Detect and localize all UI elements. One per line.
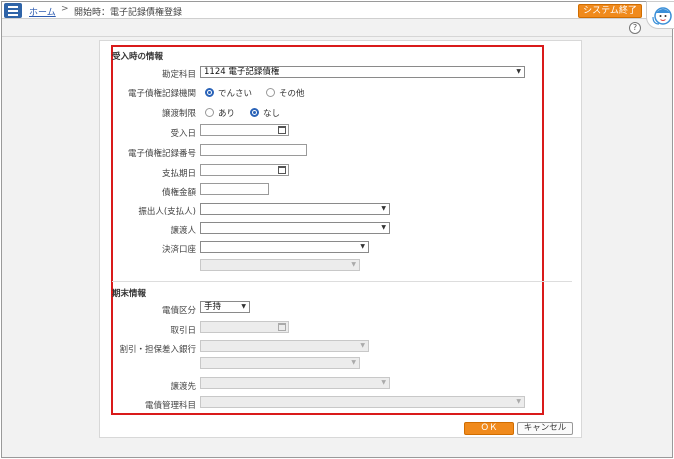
settle-sub-select[interactable]: ▼ — [200, 259, 360, 271]
transferee-select[interactable]: ▼ — [200, 377, 390, 389]
due-date-label: 支払期日 — [161, 169, 196, 179]
account-select[interactable]: 1124 電子記録債権 ▼ — [200, 66, 525, 78]
avatar[interactable] — [646, 1, 674, 29]
transfer-label: 譲渡制限 — [161, 109, 196, 119]
category-value: 手持 — [204, 302, 222, 312]
mgmt-account-select[interactable]: ▼ — [200, 396, 525, 408]
ok-button[interactable]: ＯＫ — [464, 422, 514, 435]
chevron-down-icon: ▼ — [360, 342, 365, 349]
settle-label: 決済口座 — [161, 245, 196, 255]
category-select[interactable]: 手持 ▼ — [200, 301, 250, 313]
drawer-label: 振出人(支払人) — [138, 207, 196, 217]
help-icon[interactable]: ? — [629, 22, 641, 34]
chevron-down-icon: ▼ — [516, 68, 521, 75]
mgmt-account-label: 電債管理科目 — [144, 401, 196, 411]
transfer-opt1-label: あり — [218, 109, 236, 119]
cancel-button[interactable]: キャンセル — [517, 422, 573, 435]
chevron-down-icon: ▼ — [381, 224, 386, 231]
agency-opt2-label: その他 — [279, 89, 305, 99]
agency-opt1-label: でんさい — [218, 89, 253, 99]
recv-date-label: 受入日 — [170, 129, 196, 139]
agency-radio-other[interactable] — [266, 88, 275, 97]
category-label: 電債区分 — [161, 306, 196, 316]
discount-bank-sub-select[interactable]: ▼ — [200, 357, 360, 369]
amount-input[interactable] — [200, 183, 269, 195]
agency-radio-densai[interactable] — [205, 88, 214, 97]
discount-bank-select[interactable]: ▼ — [200, 340, 369, 352]
trade-date-label: 取引日 — [170, 326, 196, 336]
account-value: 1124 電子記録債権 — [204, 67, 280, 77]
breadcrumb-home-link[interactable]: ホーム — [29, 5, 56, 18]
section-title-period-end: 期末情報 — [112, 289, 147, 299]
record-no-input[interactable] — [200, 144, 307, 156]
chevron-down-icon: ▼ — [516, 398, 521, 405]
transfer-opt2-label: なし — [263, 109, 281, 119]
app-window: ホーム > 開始時：電子記録債権登録 システム終了 ? 受入時の情報 勘定科目 … — [1, 1, 673, 458]
chevron-down-icon: ▼ — [351, 261, 356, 268]
chevron-down-icon: ▼ — [360, 243, 365, 250]
top-bar: ホーム > 開始時：電子記録債権登録 システム終了 — [2, 2, 672, 19]
amount-label: 債権金額 — [161, 188, 196, 198]
record-no-label: 電子債権記録番号 — [127, 149, 196, 159]
mascot-icon — [652, 7, 672, 25]
agency-label: 電子債権記録機関 — [127, 89, 196, 99]
hamburger-menu-icon[interactable] — [4, 3, 22, 18]
transfer-radio-no[interactable] — [250, 108, 259, 117]
recv-date-input[interactable] — [200, 124, 289, 136]
calendar-icon[interactable] — [278, 166, 286, 174]
account-label: 勘定科目 — [161, 70, 196, 80]
divider — [2, 36, 672, 37]
due-date-input[interactable] — [200, 164, 289, 176]
transfer-radio-yes[interactable] — [205, 108, 214, 117]
transferee-label: 譲渡先 — [170, 382, 196, 392]
chevron-down-icon: ▼ — [381, 379, 386, 386]
breadcrumb-current: 開始時：電子記録債権登録 — [74, 8, 183, 18]
settle-select[interactable]: ▼ — [200, 241, 369, 253]
section-title-receipt: 受入時の情報 — [112, 52, 164, 62]
system-exit-button[interactable]: システム終了 — [578, 4, 642, 18]
chevron-down-icon: ▼ — [351, 359, 356, 366]
chevron-down-icon: ▼ — [241, 303, 246, 310]
section-divider — [112, 281, 572, 282]
calendar-icon[interactable] — [278, 323, 286, 331]
chevron-down-icon: ▼ — [381, 205, 386, 212]
calendar-icon[interactable] — [278, 126, 286, 134]
trade-date-input[interactable] — [200, 321, 289, 333]
assignor-label: 譲渡人 — [170, 226, 196, 236]
assignor-select[interactable]: ▼ — [200, 222, 390, 234]
drawer-select[interactable]: ▼ — [200, 203, 390, 215]
breadcrumb-separator: > — [61, 4, 69, 14]
discount-bank-label: 割引・担保差入銀行 — [119, 345, 196, 355]
